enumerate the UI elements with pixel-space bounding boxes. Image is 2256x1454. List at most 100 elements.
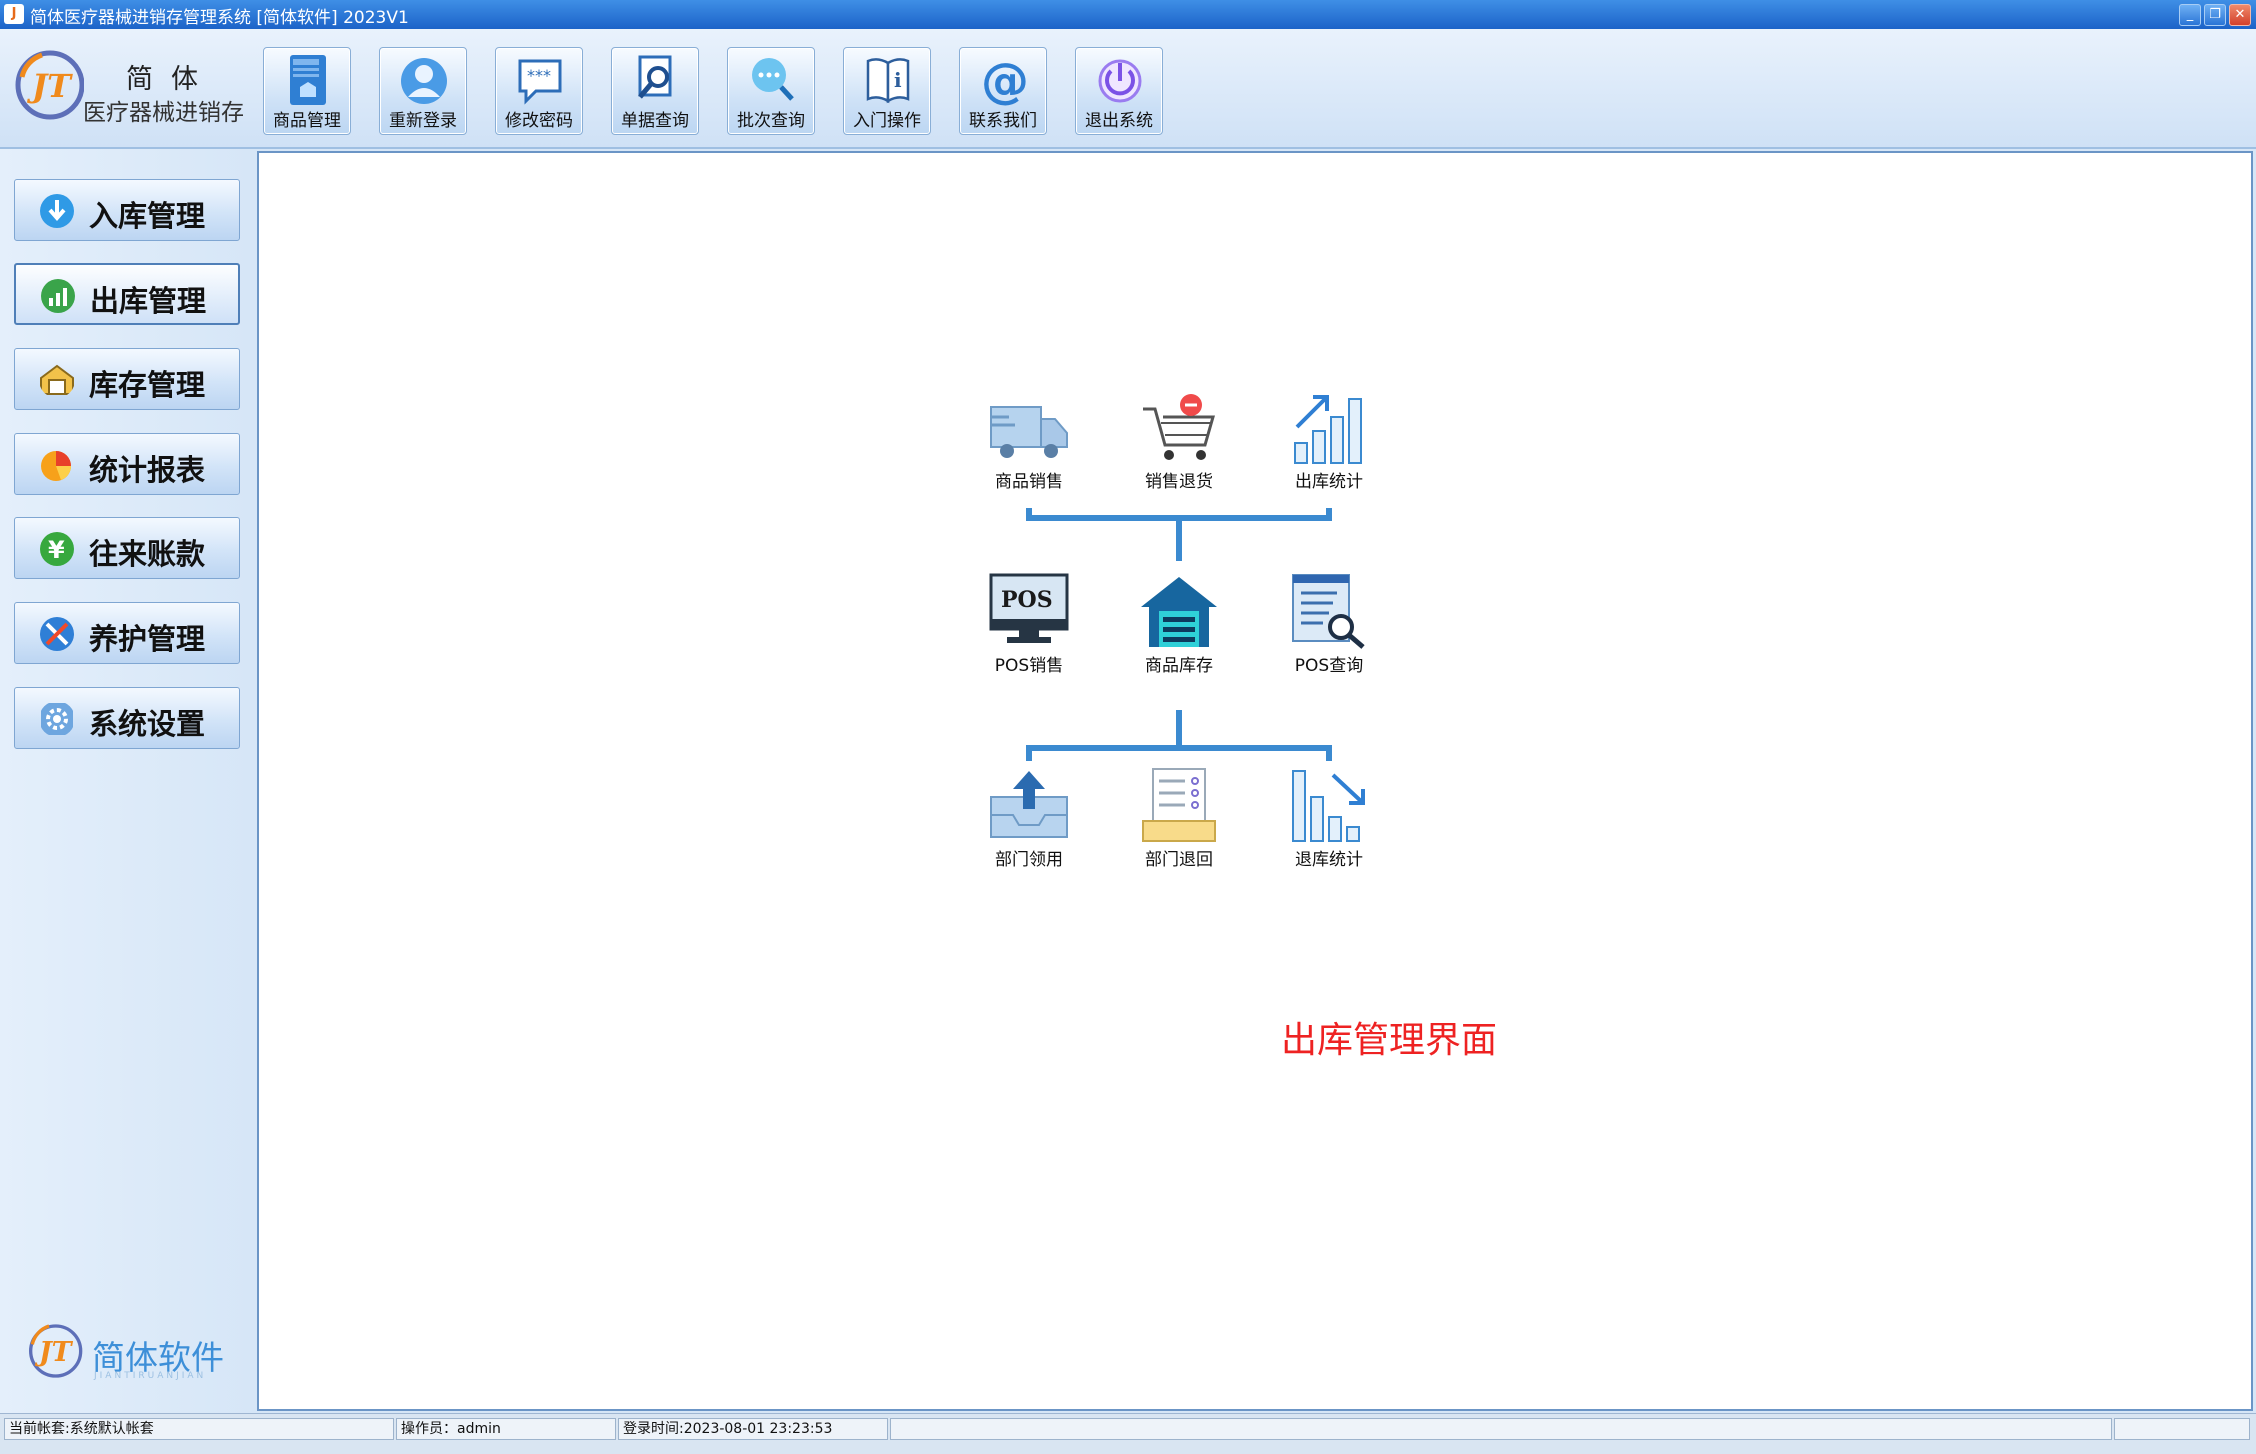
exit-system-label: 退出系统 bbox=[1085, 111, 1153, 131]
flow-connector-lines bbox=[1026, 508, 1332, 761]
goods-management-button[interactable]: 商品管理 bbox=[263, 47, 351, 135]
maximize-button[interactable]: ❐ bbox=[2204, 4, 2226, 26]
getting-started-button[interactable]: i 入门操作 bbox=[843, 47, 931, 135]
return-stats-label: 退库统计 bbox=[1295, 850, 1363, 870]
company-logo-text: JT bbox=[34, 1337, 74, 1368]
pos-screen-text: POS bbox=[1001, 587, 1053, 613]
brand-name: 简体 bbox=[126, 64, 216, 95]
bar-chart-icon bbox=[41, 279, 75, 313]
outbound-stats-flow-item[interactable]: 出库统计 bbox=[1259, 393, 1399, 492]
tools-icon bbox=[40, 617, 74, 651]
sidebar-item-label: 库存管理 bbox=[89, 368, 206, 402]
getting-started-label: 入门操作 bbox=[853, 111, 921, 131]
change-password-label: 修改密码 bbox=[505, 111, 573, 131]
exit-system-button[interactable]: 退出系统 bbox=[1075, 47, 1163, 135]
sidebar-item-inventory[interactable]: 库存管理 bbox=[14, 348, 240, 410]
document-search-icon bbox=[638, 55, 672, 99]
sidebar-item-maintenance[interactable]: 养护管理 bbox=[14, 602, 240, 664]
minimize-button[interactable]: _ bbox=[2179, 4, 2201, 26]
svg-text:i: i bbox=[894, 68, 902, 92]
department-return-label: 部门退回 bbox=[1145, 850, 1213, 870]
pos-sales-label: POS销售 bbox=[994, 656, 1064, 676]
brand-logo-icon: JT bbox=[15, 50, 84, 120]
falling-chart-icon bbox=[1292, 770, 1365, 842]
warehouse-box-icon bbox=[40, 364, 74, 395]
return-stats-flow-item[interactable]: 退库统计 bbox=[1259, 767, 1399, 870]
info-book-icon: i bbox=[866, 58, 910, 104]
sidebar-item-label: 统计报表 bbox=[89, 453, 206, 487]
stock-label: 商品库存 bbox=[1145, 656, 1213, 676]
sales-flow-item[interactable]: 商品销售 bbox=[959, 393, 1099, 492]
pos-query-flow-item[interactable]: POS查询 bbox=[1259, 573, 1399, 676]
contact-us-button[interactable]: @ 联系我们 bbox=[959, 47, 1047, 135]
tray-upload-icon bbox=[990, 771, 1068, 838]
pos-sales-flow-item[interactable]: POS POS销售 bbox=[959, 573, 1099, 676]
sidebar-item-reports[interactable]: 统计报表 bbox=[14, 433, 240, 495]
company-brand-subtext: JIANTIRUANJIAN bbox=[94, 1371, 207, 1381]
status-bar: 当前帐套:系统默认帐套 操作员：admin 登录时间:2023-08-01 23… bbox=[0, 1413, 2256, 1454]
list-search-icon bbox=[1292, 574, 1365, 649]
title-bar: J 简体医疗器械进销存管理系统 [简体软件] 2023V1 _ ❐ ✕ bbox=[0, 0, 2256, 29]
sidebar-item-label: 养护管理 bbox=[89, 622, 206, 656]
contact-us-label: 联系我们 bbox=[969, 111, 1037, 131]
department-return-flow-item[interactable]: 部门退回 bbox=[1109, 767, 1249, 870]
status-operator: 操作员：admin bbox=[396, 1418, 616, 1440]
batch-query-label: 批次查询 bbox=[737, 111, 805, 131]
at-sign-icon: @ bbox=[981, 53, 1028, 109]
sidebar-item-label: 出库管理 bbox=[90, 284, 207, 318]
yen-icon: ¥ bbox=[40, 532, 74, 566]
delivery-truck-icon bbox=[990, 406, 1068, 458]
sidebar-item-settings[interactable]: 系统设置 bbox=[14, 687, 240, 749]
document-query-button[interactable]: 单据查询 bbox=[611, 47, 699, 135]
sidebar-item-label: 往来账款 bbox=[89, 537, 206, 571]
sidebar: 入库管理 出库管理 库存管理 统计报表 ¥ 往来账款 养护管理 系统设置 JT … bbox=[0, 149, 254, 1413]
brand-subtitle: 医疗器械进销存 bbox=[83, 100, 244, 126]
warehouse-icon bbox=[1141, 577, 1217, 647]
stock-flow-item[interactable]: 商品库存 bbox=[1109, 573, 1249, 676]
app-icon: J bbox=[4, 4, 24, 24]
sidebar-item-inbound[interactable]: 入库管理 bbox=[14, 179, 240, 241]
sidebar-item-accounts[interactable]: ¥ 往来账款 bbox=[14, 517, 240, 579]
rising-chart-icon bbox=[1294, 395, 1362, 464]
sales-return-label: 销售退货 bbox=[1145, 472, 1213, 492]
header: JT 简体 医疗器械进销存 商品管理 重新登录 *** 修改密码 单据查询 批次… bbox=[0, 29, 2256, 149]
window-title: 简体医疗器械进销存管理系统 [简体软件] 2023V1 bbox=[30, 8, 409, 28]
department-requisition-flow-item[interactable]: 部门领用 bbox=[959, 767, 1099, 870]
status-login-time: 登录时间:2023-08-01 23:23:53 bbox=[618, 1418, 888, 1440]
document-query-label: 单据查询 bbox=[621, 111, 689, 131]
sidebar-item-label: 入库管理 bbox=[89, 199, 206, 233]
gear-icon bbox=[41, 703, 73, 735]
sales-label: 商品销售 bbox=[995, 472, 1063, 492]
goods-book-icon bbox=[290, 55, 326, 105]
close-button[interactable]: ✕ bbox=[2229, 4, 2251, 26]
department-requisition-label: 部门领用 bbox=[995, 850, 1063, 870]
pos-monitor-icon: POS bbox=[989, 573, 1069, 643]
arrow-down-icon bbox=[40, 194, 74, 228]
goods-management-label: 商品管理 bbox=[273, 111, 341, 131]
batch-query-button[interactable]: 批次查询 bbox=[727, 47, 815, 135]
user-avatar-icon bbox=[401, 58, 447, 104]
sidebar-item-label: 系统设置 bbox=[89, 707, 206, 741]
relogin-button[interactable]: 重新登录 bbox=[379, 47, 467, 135]
status-empty-cell bbox=[2114, 1418, 2250, 1440]
main-panel: 商品销售 销售退货 出库统计 POS POS销售 商品库存 POS查询 部门领用… bbox=[257, 151, 2253, 1411]
status-account: 当前帐套:系统默认帐套 bbox=[4, 1418, 394, 1440]
svg-text:@: @ bbox=[981, 53, 1028, 109]
svg-text:***: *** bbox=[527, 66, 551, 85]
batch-search-icon bbox=[752, 58, 794, 101]
pie-chart-icon bbox=[41, 451, 71, 481]
cart-return-icon bbox=[1143, 394, 1215, 460]
sales-return-flow-item[interactable]: 销售退货 bbox=[1109, 393, 1249, 492]
status-empty-cell bbox=[890, 1418, 2112, 1440]
brand-logo-text: JT bbox=[26, 67, 73, 105]
svg-text:¥: ¥ bbox=[48, 536, 65, 564]
sidebar-item-outbound[interactable]: 出库管理 bbox=[14, 263, 240, 325]
outbound-stats-label: 出库统计 bbox=[1295, 472, 1363, 492]
pos-query-label: POS查询 bbox=[1294, 656, 1364, 676]
page-caption: 出库管理界面 bbox=[1280, 1020, 1497, 1061]
change-password-button[interactable]: *** 修改密码 bbox=[495, 47, 583, 135]
power-icon bbox=[1098, 59, 1142, 103]
company-logo-icon: JT bbox=[29, 1324, 83, 1378]
password-bubble-icon: *** bbox=[518, 59, 562, 105]
checklist-tray-icon bbox=[1142, 768, 1216, 842]
